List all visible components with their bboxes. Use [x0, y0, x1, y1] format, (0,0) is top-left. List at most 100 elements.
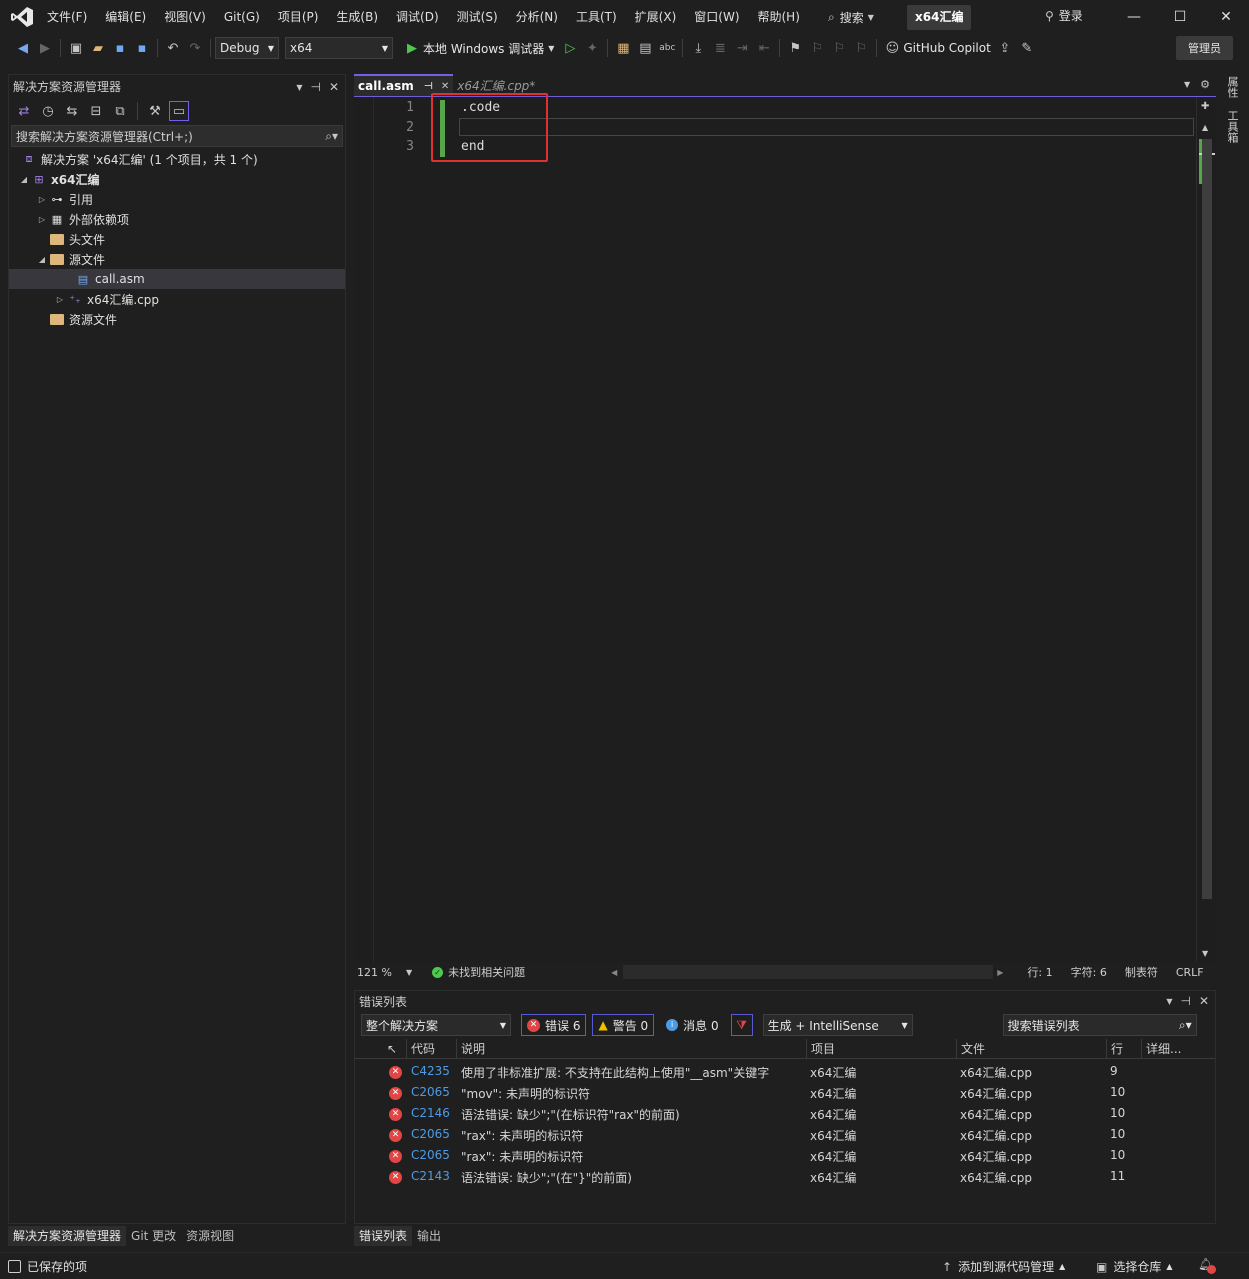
- menu-window[interactable]: 窗口(W): [685, 0, 748, 34]
- error-row[interactable]: ✕ C4235 使用了非标准扩展: 不支持在此结构上使用"__asm"关键字 x…: [355, 1062, 1215, 1083]
- feedback-icon[interactable]: ✎: [1017, 38, 1037, 58]
- undo-icon[interactable]: ↶: [163, 38, 183, 58]
- hot-reload-icon[interactable]: ✦: [582, 38, 602, 58]
- pin-icon[interactable]: ⊣: [310, 80, 320, 94]
- comment-icon[interactable]: ≣: [710, 38, 730, 58]
- menu-tools[interactable]: 工具(T): [567, 0, 626, 34]
- error-search-input[interactable]: 搜索错误列表 ⌕▾: [1002, 1014, 1197, 1036]
- error-row[interactable]: ✕ C2146 语法错误: 缺少";"(在标识符"rax"的前面) x64汇编 …: [355, 1104, 1215, 1125]
- error-code[interactable]: C2146: [411, 1106, 450, 1120]
- menu-git[interactable]: Git(G): [215, 0, 269, 34]
- tree-node-header-files[interactable]: 头文件: [9, 229, 345, 249]
- save-icon[interactable]: ▪: [110, 38, 130, 58]
- open-folder-icon[interactable]: ▰: [88, 38, 108, 58]
- indent-icon[interactable]: ⇥: [732, 38, 752, 58]
- platform-select[interactable]: x64 ▼: [285, 37, 393, 59]
- login-button[interactable]: ⚲ 登录: [1045, 7, 1083, 24]
- tab-error-list[interactable]: 错误列表: [354, 1226, 413, 1246]
- menu-project[interactable]: 项目(P): [269, 0, 328, 34]
- solution-search-input[interactable]: 搜索解决方案资源管理器(Ctrl+;) ⌕▾: [11, 125, 343, 147]
- solution-folder-icon[interactable]: ▦: [613, 38, 633, 58]
- visual-studio-logo[interactable]: [10, 6, 34, 28]
- tree-node-references[interactable]: ▷ ⊶ 引用: [9, 189, 345, 209]
- collapsed-arrow-icon[interactable]: ▷: [35, 195, 49, 204]
- collapsed-arrow-icon[interactable]: ▷: [35, 215, 49, 224]
- history-icon[interactable]: ◷: [38, 101, 58, 121]
- collapsed-arrow-icon[interactable]: ▷: [53, 295, 67, 304]
- menu-analyze[interactable]: 分析(N): [507, 0, 567, 34]
- tree-node-project[interactable]: ◢ ⊞ x64汇编: [9, 169, 345, 189]
- save-all-icon[interactable]: ▪: [132, 38, 152, 58]
- menu-extensions[interactable]: 扩展(X): [626, 0, 686, 34]
- error-code[interactable]: C2143: [411, 1169, 450, 1183]
- build-filter-select[interactable]: 生成 + IntelliSense ▼: [762, 1014, 913, 1036]
- error-code[interactable]: C2065: [411, 1148, 450, 1162]
- expanded-arrow-icon[interactable]: ◢: [17, 175, 31, 184]
- outdent-icon[interactable]: ⇤: [754, 38, 774, 58]
- start-without-debugging-icon[interactable]: ▷: [560, 38, 580, 58]
- char-indicator[interactable]: 字符: 6: [1071, 964, 1107, 980]
- column-code[interactable]: 代码: [406, 1039, 459, 1059]
- tree-node-cpp-file[interactable]: ▷ ⁺₊ x64汇编.cpp: [9, 289, 345, 309]
- tree-node-source-files[interactable]: ◢ 源文件: [9, 249, 345, 269]
- indent-indicator[interactable]: 制表符: [1125, 964, 1158, 980]
- github-copilot-button[interactable]: ☺ GitHub Copilot: [881, 38, 991, 58]
- chevron-down-icon[interactable]: ▼: [406, 968, 412, 977]
- zoom-level[interactable]: 121 %: [357, 966, 392, 979]
- pin-icon[interactable]: ⊣: [1180, 994, 1190, 1008]
- scroll-up-icon[interactable]: ▲: [1202, 123, 1208, 132]
- tree-node-solution[interactable]: ⧈ 解决方案 'x64汇编' (1 个项目，共 1 个): [9, 149, 345, 169]
- prev-bookmark-icon[interactable]: ⚐: [807, 38, 827, 58]
- column-line[interactable]: 行: [1106, 1039, 1141, 1059]
- column-details[interactable]: 详细...: [1141, 1039, 1191, 1059]
- notifications-button[interactable]: 🔔︎: [1198, 1257, 1216, 1274]
- close-window-button[interactable]: ✕: [1203, 0, 1249, 34]
- menu-build[interactable]: 生成(B): [327, 0, 387, 34]
- menu-file[interactable]: 文件(F): [38, 0, 96, 34]
- tab-list-icon[interactable]: ▼: [1184, 80, 1190, 89]
- spellcheck-icon[interactable]: abc: [657, 38, 677, 58]
- settings-gear-icon[interactable]: ⚙: [1200, 78, 1210, 91]
- start-debugging-button[interactable]: ▶ 本地 Windows 调试器 ▼: [401, 38, 554, 58]
- scope-select[interactable]: 整个解决方案 ▼: [361, 1014, 511, 1036]
- error-row[interactable]: ✕ C2143 语法错误: 缺少";"(在"}"的前面) x64汇编 x64汇编…: [355, 1167, 1215, 1188]
- share-icon[interactable]: ⇪: [995, 38, 1015, 58]
- preview-icon[interactable]: ▭: [169, 101, 189, 121]
- search-button[interactable]: ⌕ 搜索 ▼: [828, 7, 874, 27]
- next-bookmark-icon[interactable]: ⚐: [829, 38, 849, 58]
- eol-indicator[interactable]: CRLF: [1176, 966, 1204, 979]
- error-row[interactable]: ✕ C2065 "mov": 未声明的标识符 x64汇编 x64汇编.cpp 1…: [355, 1083, 1215, 1104]
- step-icon[interactable]: ⤓: [688, 38, 708, 58]
- properties-side-tab[interactable]: 属性: [1224, 76, 1240, 98]
- column-description[interactable]: 说明: [456, 1039, 806, 1059]
- switch-view-icon[interactable]: ⇄: [14, 101, 34, 121]
- back-icon[interactable]: ◀: [13, 38, 33, 58]
- code-editor[interactable]: 1 2 3 .code end ✚ ▲ ▼: [354, 93, 1216, 963]
- minimize-button[interactable]: —: [1111, 0, 1157, 34]
- close-icon[interactable]: ✕: [329, 80, 339, 94]
- line-indicator[interactable]: 行: 1: [1027, 964, 1052, 980]
- sort-icon[interactable]: ↖: [383, 1039, 397, 1059]
- panel-menu-icon[interactable]: ▼: [1166, 997, 1172, 1006]
- show-all-files-icon[interactable]: ⧉: [110, 101, 130, 121]
- close-icon[interactable]: ✕: [1199, 994, 1209, 1008]
- pin-icon[interactable]: ⊣: [424, 81, 433, 92]
- tree-node-resource-files[interactable]: 资源文件: [9, 309, 345, 329]
- scroll-left-icon[interactable]: ◀: [611, 968, 617, 977]
- scroll-thumb[interactable]: [1202, 139, 1212, 899]
- menu-debug[interactable]: 调试(D): [387, 0, 448, 34]
- select-repository-button[interactable]: ▣ 选择仓库 ▲: [1096, 1258, 1173, 1275]
- error-code[interactable]: C4235: [411, 1064, 450, 1078]
- close-icon[interactable]: ✕: [441, 81, 449, 92]
- layout-icon[interactable]: ▤: [635, 38, 655, 58]
- error-code[interactable]: C2065: [411, 1085, 450, 1099]
- tab-git-changes[interactable]: Git 更改: [126, 1226, 181, 1246]
- errors-filter-toggle[interactable]: ✕ 错误 6: [521, 1014, 587, 1036]
- add-to-source-control-button[interactable]: ↑ 添加到源代码管理 ▲: [942, 1258, 1065, 1275]
- toolbox-side-tab[interactable]: 工具箱: [1224, 110, 1240, 143]
- menu-test[interactable]: 测试(S): [448, 0, 507, 34]
- vertical-scrollbar[interactable]: ✚ ▲ ▼: [1196, 97, 1216, 963]
- warnings-filter-toggle[interactable]: ▲ 警告 0: [592, 1014, 655, 1036]
- clear-bookmarks-icon[interactable]: ⚐: [851, 38, 871, 58]
- scroll-down-icon[interactable]: ▼: [1202, 949, 1208, 958]
